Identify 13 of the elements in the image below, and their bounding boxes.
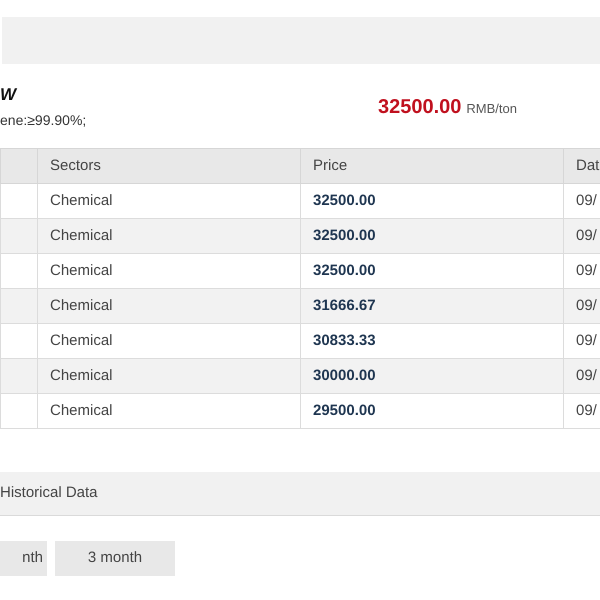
product-title: W [0,84,18,106]
column-header: Sectors [38,148,300,184]
table-cell: 29500.00 [300,394,564,428]
product-spec: ene:≥99.90%; [0,111,86,129]
table-cell: Chemical [38,394,300,428]
price-value: 32500.00 [378,95,462,120]
price-unit: RMB/ton [466,100,517,118]
column-header: Price [300,148,564,184]
column-header [0,148,38,184]
period-button[interactable]: nth [0,541,47,576]
table-cell [0,394,38,428]
section-title: Historical Data [0,483,98,504]
period-button[interactable]: 3 month [55,541,175,576]
